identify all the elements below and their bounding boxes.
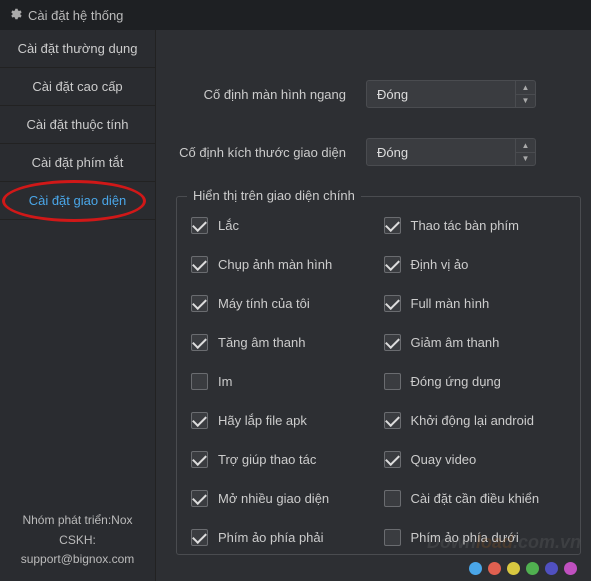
checkbox-box[interactable] — [384, 256, 401, 273]
groupbox-title: Hiển thị trên giao diện chính — [187, 188, 361, 203]
checkbox-label: Full màn hình — [411, 296, 490, 311]
checkbox-item[interactable]: Im — [191, 373, 380, 390]
checkbox-item[interactable]: Đóng ứng dụng — [384, 373, 573, 390]
checkbox-box[interactable] — [191, 412, 208, 429]
checkbox-label: Tăng âm thanh — [218, 335, 305, 350]
sidebar-item-properties[interactable]: Cài đặt thuộc tính — [0, 106, 155, 144]
checkbox-box[interactable] — [384, 295, 401, 312]
sidebar-footer: Nhóm phát triển:Nox CSKH: support@bignox… — [0, 501, 155, 581]
dropdown-fix-size[interactable]: Đóng ▲ ▼ — [366, 138, 536, 166]
checkbox-grid: Lắc Thao tác bàn phím Chụp ảnh màn hình Địn… — [191, 217, 572, 546]
setting-fix-size: Cố định kích thước giao diện Đóng ▲ ▼ — [176, 138, 581, 166]
checkbox-box[interactable] — [191, 217, 208, 234]
checkbox-box[interactable] — [384, 412, 401, 429]
chevron-down-icon[interactable]: ▼ — [516, 153, 535, 166]
checkbox-box[interactable] — [191, 373, 208, 390]
checkbox-item[interactable]: Quay video — [384, 451, 573, 468]
checkbox-label: Khởi động lại android — [411, 413, 534, 428]
checkbox-box[interactable] — [191, 256, 208, 273]
checkbox-item[interactable]: Lắc — [191, 217, 380, 234]
checkbox-box[interactable] — [191, 451, 208, 468]
color-dot — [469, 562, 482, 575]
sidebar: Cài đặt thường dụng Cài đặt cao cấp Cài … — [0, 30, 156, 581]
color-dots — [469, 562, 577, 575]
checkbox-label: Trợ giúp thao tác — [218, 452, 316, 467]
checkbox-label: Định vị ảo — [411, 257, 469, 272]
checkbox-item[interactable]: Thao tác bàn phím — [384, 217, 573, 234]
checkbox-box[interactable] — [384, 334, 401, 351]
checkbox-item[interactable]: Phím ảo phía dưới — [384, 529, 573, 546]
checkbox-label: Thao tác bàn phím — [411, 218, 519, 233]
checkbox-item[interactable]: Tăng âm thanh — [191, 334, 380, 351]
checkbox-item[interactable]: Cài đặt cần điều khiển — [384, 490, 573, 507]
checkbox-label: Hãy lắp file apk — [218, 413, 307, 428]
checkbox-item[interactable]: Giảm âm thanh — [384, 334, 573, 351]
setting-label: Cố định kích thước giao diện — [176, 145, 366, 160]
dropdown-value: Đóng — [377, 87, 408, 102]
color-dot — [564, 562, 577, 575]
footer-line3: support@bignox.com — [8, 550, 147, 569]
checkbox-item[interactable]: Phím ảo phía phải — [191, 529, 380, 546]
checkbox-box[interactable] — [191, 490, 208, 507]
sidebar-item-advanced[interactable]: Cài đặt cao cấp — [0, 68, 155, 106]
checkbox-box[interactable] — [191, 334, 208, 351]
setting-label: Cố định màn hình ngang — [176, 87, 366, 102]
checkbox-label: Quay video — [411, 452, 477, 467]
chevron-down-icon[interactable]: ▼ — [516, 95, 535, 108]
checkbox-item[interactable]: Hãy lắp file apk — [191, 412, 380, 429]
checkbox-box[interactable] — [384, 217, 401, 234]
checkbox-box[interactable] — [191, 295, 208, 312]
sidebar-item-common[interactable]: Cài đặt thường dụng — [0, 30, 155, 68]
checkbox-label: Lắc — [218, 218, 239, 233]
checkbox-label: Đóng ứng dụng — [411, 374, 501, 389]
color-dot — [507, 562, 520, 575]
checkbox-item[interactable]: Full màn hình — [384, 295, 573, 312]
checkbox-item[interactable]: Định vị ảo — [384, 256, 573, 273]
checkbox-box[interactable] — [384, 490, 401, 507]
checkbox-item[interactable]: Khởi động lại android — [384, 412, 573, 429]
checkbox-item[interactable]: Máy tính của tôi — [191, 295, 380, 312]
checkbox-box[interactable] — [191, 529, 208, 546]
color-dot — [488, 562, 501, 575]
checkbox-label: Phím ảo phía phải — [218, 530, 324, 545]
checkbox-item[interactable]: Trợ giúp thao tác — [191, 451, 380, 468]
footer-line1: Nhóm phát triển:Nox — [8, 511, 147, 530]
checkbox-label: Chụp ảnh màn hình — [218, 257, 332, 272]
checkbox-box[interactable] — [384, 529, 401, 546]
content-panel: Cố định màn hình ngang Đóng ▲ ▼ Cố định … — [156, 30, 591, 581]
dropdown-fix-landscape[interactable]: Đóng ▲ ▼ — [366, 80, 536, 108]
spinner-icon: ▲ ▼ — [515, 139, 535, 165]
color-dot — [545, 562, 558, 575]
checkbox-label: Im — [218, 374, 232, 389]
checkbox-label: Máy tính của tôi — [218, 296, 310, 311]
titlebar: Cài đặt hệ thống — [0, 0, 591, 30]
checkbox-label: Giảm âm thanh — [411, 335, 500, 350]
groupbox-display: Hiển thị trên giao diện chính LắcThao tá… — [176, 196, 581, 555]
footer-line2: CSKH: — [8, 531, 147, 550]
dropdown-value: Đóng — [377, 145, 408, 160]
titlebar-title: Cài đặt hệ thống — [28, 8, 123, 23]
checkbox-item[interactable]: Mở nhiều giao diện — [191, 490, 380, 507]
setting-fix-landscape: Cố định màn hình ngang Đóng ▲ ▼ — [176, 80, 581, 108]
sidebar-item-interface[interactable]: Cài đặt giao diện — [0, 182, 155, 220]
chevron-up-icon[interactable]: ▲ — [516, 139, 535, 153]
checkbox-label: Phím ảo phía dưới — [411, 530, 519, 545]
checkbox-box[interactable] — [384, 373, 401, 390]
checkbox-label: Mở nhiều giao diện — [218, 491, 329, 506]
color-dot — [526, 562, 539, 575]
checkbox-item[interactable]: Chụp ảnh màn hình — [191, 256, 380, 273]
gear-icon — [8, 7, 22, 24]
checkbox-box[interactable] — [384, 451, 401, 468]
sidebar-item-shortcuts[interactable]: Cài đặt phím tắt — [0, 144, 155, 182]
spinner-icon: ▲ ▼ — [515, 81, 535, 107]
chevron-up-icon[interactable]: ▲ — [516, 81, 535, 95]
checkbox-label: Cài đặt cần điều khiển — [411, 491, 540, 506]
